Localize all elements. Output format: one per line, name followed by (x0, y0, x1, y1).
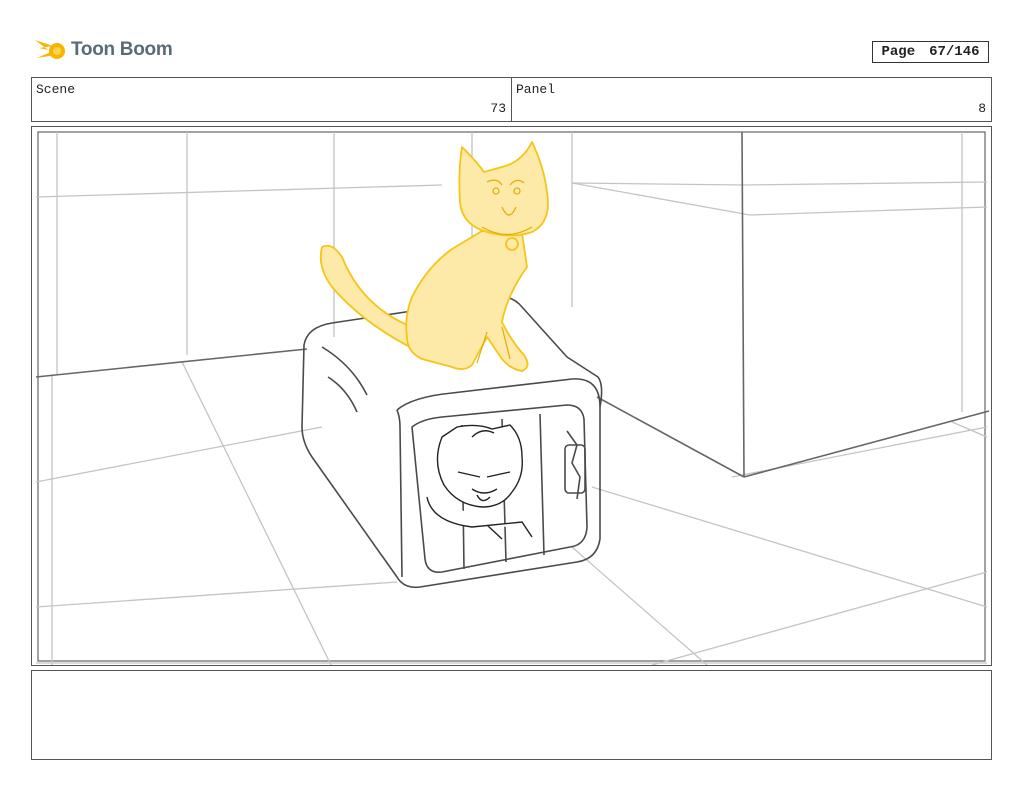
scene-cell: Scene 73 (32, 78, 511, 121)
toon-boom-logo: Toon Boom (33, 36, 173, 64)
scene-number: 73 (490, 101, 506, 116)
scene-label: Scene (36, 82, 76, 97)
logo-text: Toon Boom (71, 39, 173, 60)
panel-cell: Panel 8 (511, 78, 991, 121)
page-number: 67/146 (929, 44, 980, 60)
scene-panel-info: Scene 73 Panel 8 (31, 77, 992, 122)
panel-number: 8 (978, 101, 986, 116)
notes-box (31, 670, 992, 760)
page-indicator: Page 67/146 (872, 41, 989, 63)
panel-sketch (35, 131, 990, 665)
toon-boom-comet-icon (35, 40, 65, 59)
page-label: Page (881, 44, 916, 60)
storyboard-panel (31, 126, 992, 666)
panel-label: Panel (516, 82, 556, 97)
